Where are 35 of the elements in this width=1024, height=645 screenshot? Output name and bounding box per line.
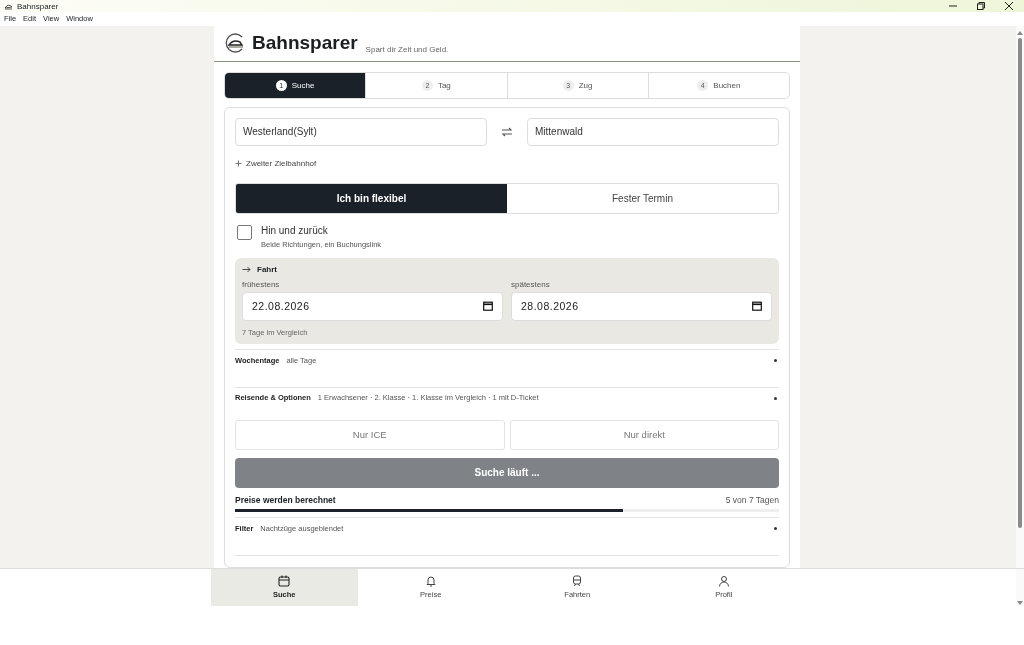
train-icon (571, 575, 584, 588)
calendar-icon[interactable] (483, 301, 493, 312)
progress-reading: 5 von 7 Tagen (725, 494, 779, 505)
date-label: frühestens (242, 279, 280, 289)
mode-toggle-option[interactable]: Ich bin flexibel (236, 183, 507, 213)
filter-toggle[interactable]: Nur direkt (509, 419, 779, 450)
checkbox[interactable] (237, 224, 252, 240)
date-label: spätestens (511, 279, 550, 289)
swap-icon[interactable] (501, 126, 513, 137)
checkbox-label: Hin und zurück (261, 224, 328, 236)
tagline: Spart dir Zeit und Geld. (365, 44, 449, 54)
scroll-up-icon[interactable] (1016, 29, 1024, 36)
destination-field[interactable]: Mittenwald (527, 117, 779, 146)
add-destination-link[interactable]: Zweiter Zielbahnhof (235, 158, 317, 168)
bell-icon (424, 575, 437, 588)
calendar-icon (278, 575, 291, 588)
scrollbar[interactable] (1016, 25, 1024, 568)
date-field[interactable]: 28.08.2026 (511, 291, 772, 321)
origin-field[interactable]: Westerland(Sylt) (235, 117, 487, 146)
filter-toggle[interactable]: Nur ICE (235, 419, 505, 450)
logo-icon (224, 33, 246, 54)
scroll-down-icon[interactable] (1016, 599, 1024, 606)
date-field[interactable]: 22.08.2026 (242, 291, 503, 321)
app-icon (4, 2, 13, 10)
plus-icon (235, 159, 242, 167)
person-icon (717, 575, 730, 588)
progress-label: Preise werden berechnet (235, 494, 336, 505)
arrow-icon (242, 265, 251, 273)
calendar-icon[interactable] (752, 301, 762, 312)
close-icon[interactable] (1004, 1, 1014, 11)
brand-name: Bahnsparer (252, 32, 358, 55)
window-title: Bahnsparer (17, 1, 59, 11)
panel-title: Fahrt (257, 264, 277, 274)
restore-icon[interactable] (976, 1, 986, 11)
mode-toggle-option[interactable]: Fester Termin (507, 183, 778, 213)
